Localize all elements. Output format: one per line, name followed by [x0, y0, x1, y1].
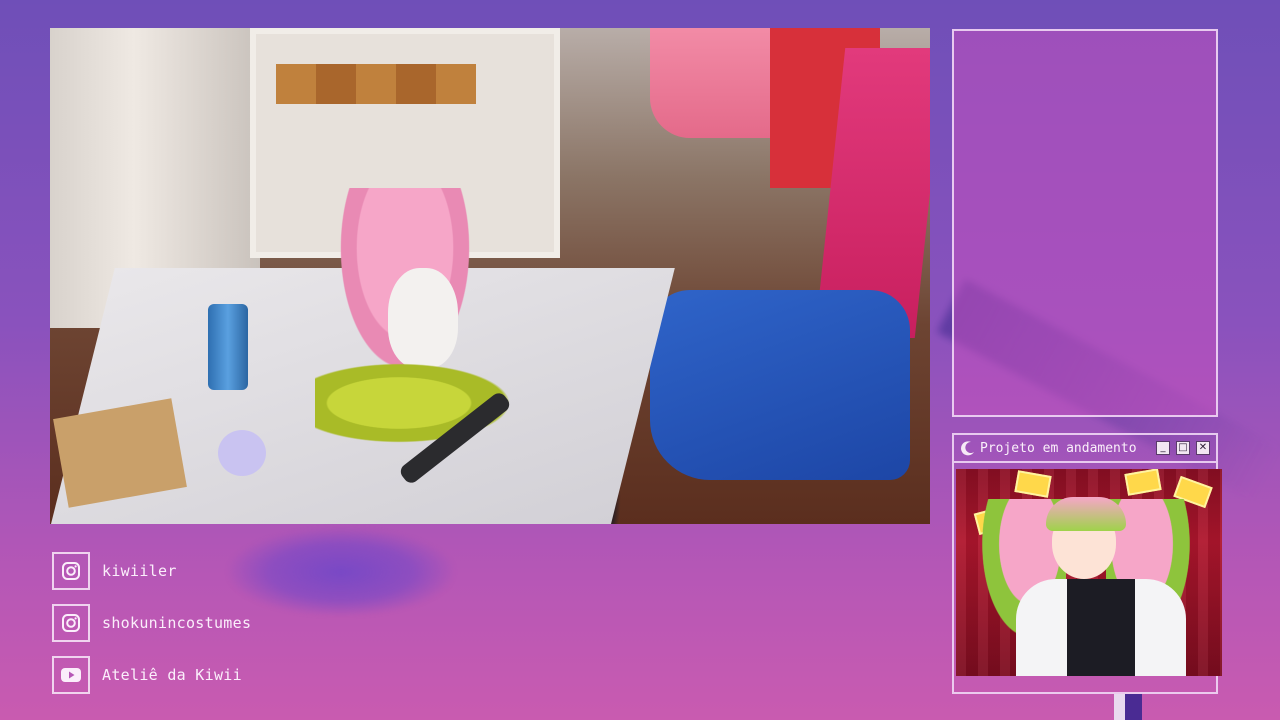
- minimize-button[interactable]: _: [1156, 441, 1170, 455]
- webcam-feed: [50, 28, 930, 524]
- webcam-can: [208, 304, 248, 390]
- social-link-instagram-1[interactable]: kiwiiler: [52, 552, 177, 590]
- empty-frame-panel: [952, 29, 1218, 417]
- webcam-office-chair: [650, 290, 910, 480]
- social-handle: kiwiiler: [102, 562, 177, 580]
- youtube-icon: [52, 656, 90, 694]
- project-window: Projeto em andamento _ □ ✕: [952, 433, 1222, 694]
- project-window-titlebar[interactable]: Projeto em andamento _ □ ✕: [954, 435, 1216, 463]
- social-link-youtube[interactable]: Ateliê da Kiwii: [52, 656, 242, 694]
- instagram-icon: [52, 552, 90, 590]
- social-handle: shokunincostumes: [102, 614, 252, 632]
- image-character-body: [1016, 579, 1186, 676]
- decorative-cloud: [228, 528, 454, 616]
- webcam-mouse: [218, 430, 266, 476]
- maximize-button[interactable]: □: [1176, 441, 1190, 455]
- project-window-title: Projeto em andamento: [980, 440, 1137, 456]
- webcam-mannequin-head: [388, 268, 458, 368]
- social-handle: Ateliê da Kiwii: [102, 666, 242, 684]
- instagram-icon: [52, 604, 90, 642]
- project-character-image: [956, 469, 1222, 676]
- close-button[interactable]: ✕: [1196, 441, 1210, 455]
- social-link-instagram-2[interactable]: shokunincostumes: [52, 604, 251, 642]
- moon-icon: [961, 441, 974, 456]
- image-character-fringe: [1046, 497, 1126, 531]
- decorative-pole: [1114, 694, 1142, 720]
